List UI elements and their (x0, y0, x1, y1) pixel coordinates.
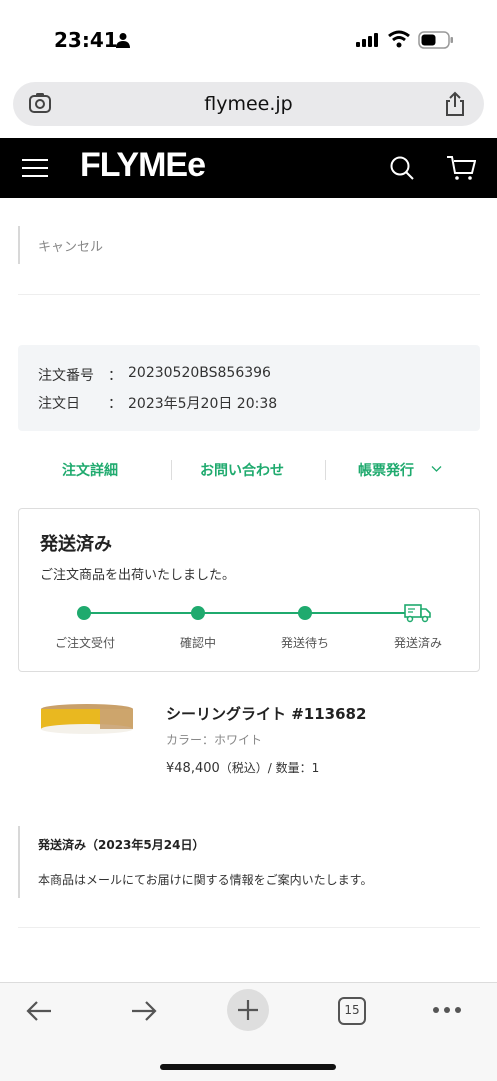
product-name[interactable]: シーリングライト #113682 (166, 703, 366, 724)
order-date-label: 注文日 (38, 396, 80, 412)
url-text[interactable]: flymee.jp (0, 93, 497, 115)
shipping-status-description: ご注文商品を出荷いたしました。 (40, 568, 236, 583)
step-label: 発送済み (393, 636, 442, 650)
action-divider (325, 460, 326, 480)
step-label: 発送待ち (280, 636, 329, 650)
product-color: カラー：ホワイト (166, 733, 263, 747)
note-accent-bar (18, 826, 20, 898)
search-icon[interactable] (389, 155, 415, 181)
order-number-separator: ： (108, 368, 122, 384)
order-number-label: 注文番号 (38, 368, 94, 384)
cellular-signal-icon (356, 33, 378, 47)
divider (18, 927, 480, 928)
cart-icon[interactable] (446, 155, 476, 181)
inquiry-link[interactable]: お問い合わせ (200, 460, 284, 480)
product-image[interactable] (40, 702, 134, 736)
order-date-value: 2023年5月20日 20:38 (128, 396, 278, 412)
share-icon[interactable] (444, 91, 466, 117)
progress-dot (77, 606, 91, 620)
progress-line (84, 612, 420, 614)
cancel-label: キャンセル (38, 240, 104, 255)
product-price: ¥48,400 (166, 761, 220, 776)
step-label: 確認中 (179, 636, 216, 650)
status-time: 23:41 (54, 28, 118, 52)
progress-dot (191, 606, 205, 620)
forward-arrow-icon[interactable] (129, 996, 159, 1026)
site-logo[interactable]: FLYMEe (80, 146, 206, 185)
divider (18, 294, 480, 295)
invoice-link[interactable]: 帳票発行 (358, 460, 414, 480)
person-icon (116, 33, 130, 48)
order-info-box (18, 345, 480, 431)
menu-icon[interactable] (22, 157, 48, 179)
product-price-line: ¥48,400（税込）/ 数量：1 (166, 759, 319, 776)
progress-dot (298, 606, 312, 620)
order-details-link[interactable]: 注文詳細 (62, 460, 118, 480)
product-quantity: / 数量：1 (267, 761, 320, 775)
wifi-icon (388, 30, 410, 48)
delivery-truck-icon (404, 604, 431, 623)
shipping-status-title: 発送済み (40, 534, 112, 555)
site-header (0, 138, 497, 198)
tabs-count[interactable]: 15 (338, 1003, 366, 1017)
shipped-note-text: 本商品はメールにてお届けに関する情報をご案内いたします。 (38, 873, 373, 887)
step-label: ご注文受付 (54, 636, 115, 650)
more-icon[interactable] (432, 1006, 462, 1014)
product-tax-note: （税込） (219, 761, 268, 775)
plus-icon[interactable] (236, 998, 260, 1022)
chevron-down-icon[interactable] (431, 465, 442, 473)
action-divider (171, 460, 172, 480)
battery-icon (418, 31, 453, 49)
cancel-accent-bar (18, 226, 20, 264)
home-indicator[interactable] (160, 1064, 336, 1070)
order-date-separator: ： (108, 396, 122, 412)
order-number-value: 20230520BS856396 (128, 365, 271, 381)
shipped-note-title: 発送済み（2023年5月24日） (38, 838, 205, 852)
back-arrow-icon[interactable] (24, 996, 54, 1026)
